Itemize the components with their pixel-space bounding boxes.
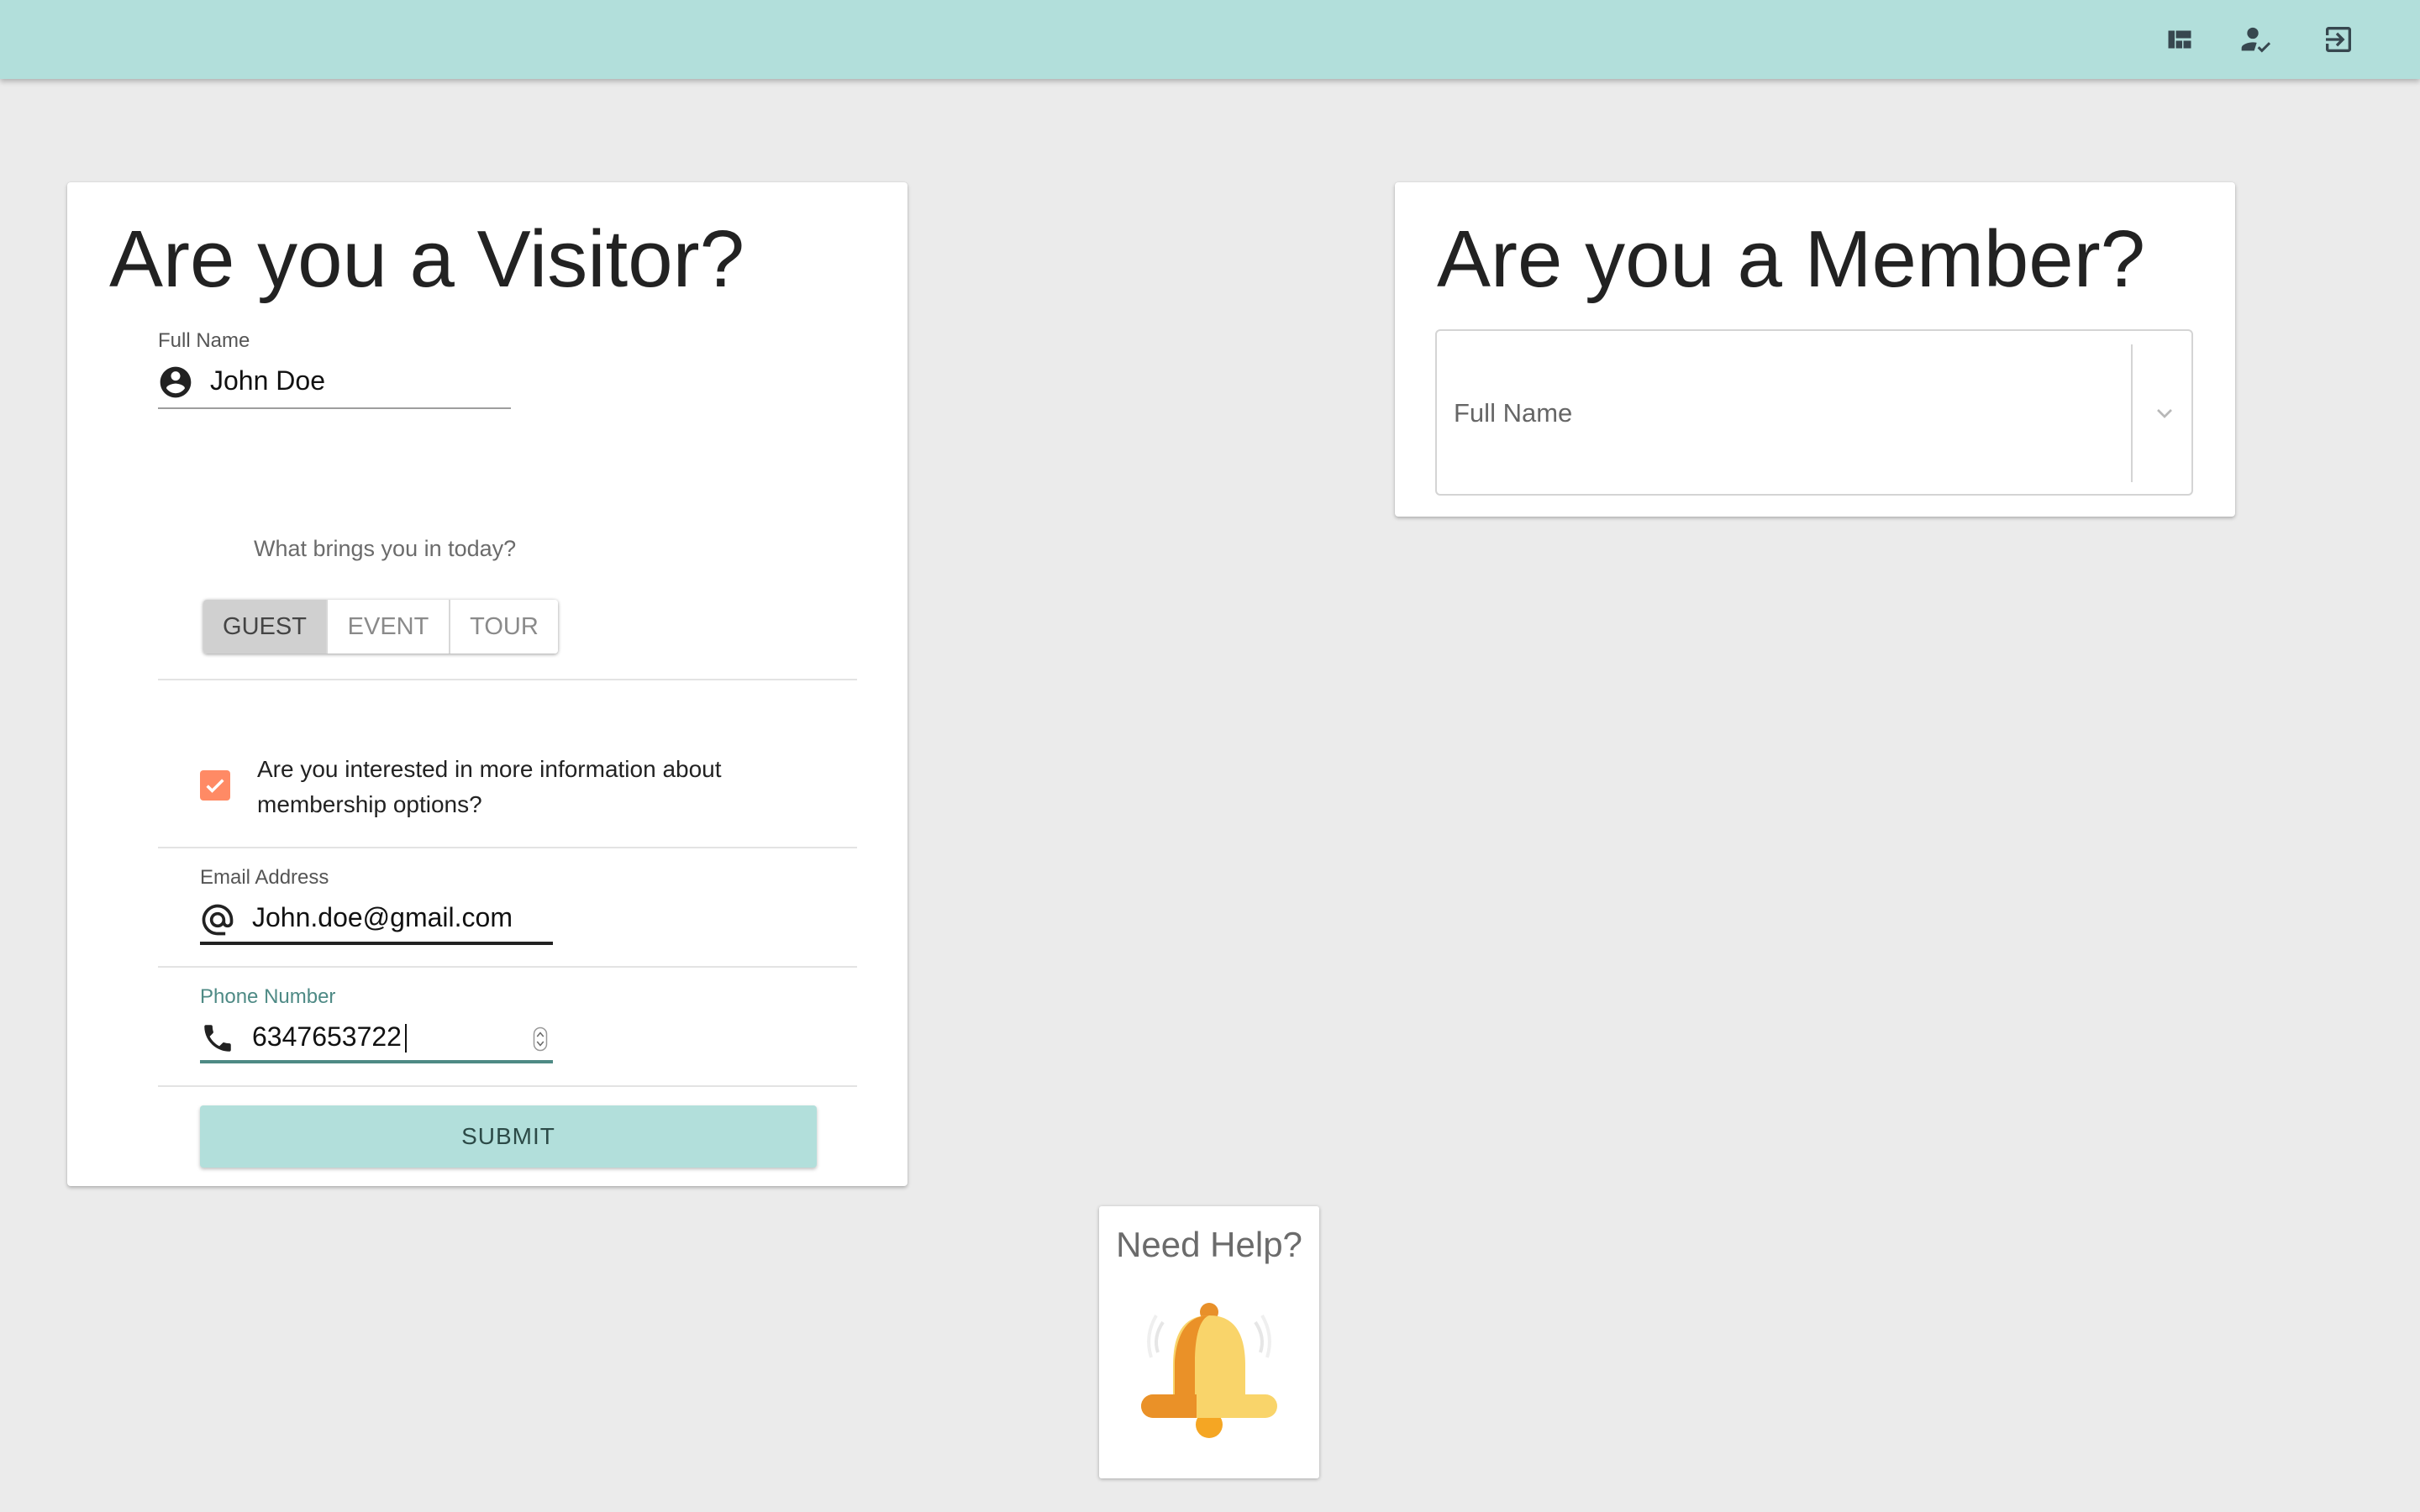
chevron-down-icon[interactable]	[2151, 400, 2178, 427]
visitor-title: Are you a Visitor?	[109, 214, 744, 304]
at-sign-icon	[202, 904, 234, 936]
membership-info-label-line2: membership options?	[257, 791, 482, 817]
membership-info-label-line1: Are you interested in more information a…	[257, 756, 722, 782]
account-circle-icon	[160, 366, 192, 398]
dashboard-button[interactable]	[2163, 23, 2196, 56]
section-divider	[158, 679, 857, 680]
full-name-label: Full Name	[158, 329, 250, 352]
check-in-button[interactable]	[2240, 23, 2274, 56]
select-separator	[2131, 344, 2133, 482]
purpose-prompt: What brings you in today?	[254, 536, 517, 561]
member-name-select[interactable]: Full Name	[1435, 329, 2193, 496]
member-title: Are you a Member?	[1437, 214, 2146, 304]
phone-icon	[204, 1025, 231, 1052]
purpose-toggle-group: GUEST EVENT TOUR	[203, 600, 558, 654]
submit-button[interactable]: SUBMIT	[200, 1105, 817, 1168]
bell-icon	[1141, 1303, 1277, 1438]
need-help-card[interactable]: Need Help?	[1099, 1206, 1319, 1478]
membership-info-checkbox[interactable]	[200, 770, 230, 801]
section-divider	[158, 847, 857, 848]
need-help-title: Need Help?	[1116, 1225, 1302, 1264]
toggle-guest[interactable]: GUEST	[203, 600, 328, 654]
text-cursor	[405, 1024, 407, 1053]
top-app-bar	[0, 0, 2420, 79]
section-divider	[158, 1085, 857, 1087]
logout-button[interactable]	[2322, 23, 2355, 56]
email-label: Email Address	[200, 866, 329, 889]
visitor-card: Are you a Visitor? Full Name John Doe Wh…	[67, 182, 908, 1186]
phone-label: Phone Number	[200, 985, 336, 1008]
full-name-input[interactable]: John Doe	[210, 365, 325, 396]
check-icon	[206, 779, 224, 793]
email-input[interactable]: John.doe@gmail.com	[252, 902, 513, 933]
phone-input[interactable]: 6347653722	[252, 1021, 402, 1053]
section-divider	[158, 966, 857, 968]
member-card: Are you a Member? Full Name	[1395, 182, 2235, 517]
exit-to-app-icon	[2326, 27, 2351, 52]
phone-underline	[200, 1060, 553, 1063]
number-spinner-icon[interactable]	[533, 1026, 548, 1052]
email-underline	[200, 942, 553, 945]
member-select-placeholder: Full Name	[1454, 398, 1573, 428]
toggle-tour[interactable]: TOUR	[450, 600, 558, 654]
how-to-reg-icon	[2241, 27, 2271, 53]
full-name-underline	[158, 407, 511, 409]
dashboard-icon	[2168, 30, 2191, 49]
toggle-event[interactable]: EVENT	[328, 600, 450, 654]
